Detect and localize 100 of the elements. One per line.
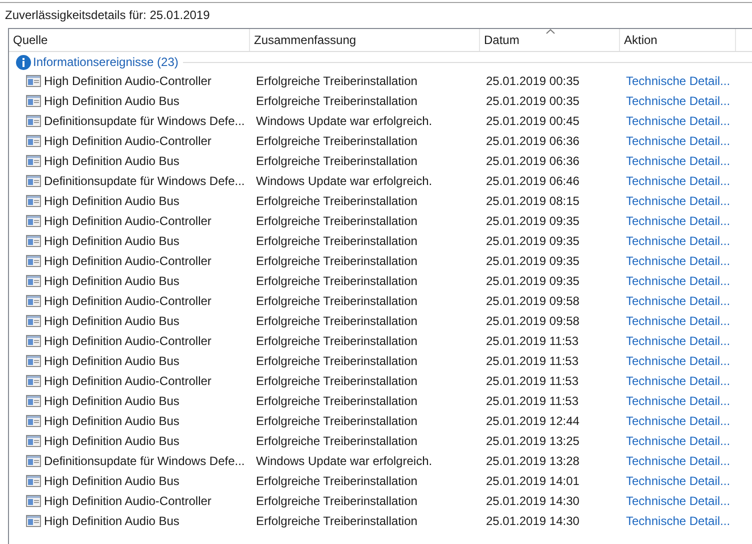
details-link[interactable]: Technische Detail... xyxy=(626,234,730,248)
info-icon xyxy=(16,54,31,70)
summary-cell: Erfolgreiche Treiberinstallation xyxy=(256,474,418,488)
summary-cell: Erfolgreiche Treiberinstallation xyxy=(256,354,418,368)
date-cell: 25.01.2019 14:30 xyxy=(486,494,580,508)
source-cell: High Definition Audio Bus xyxy=(44,94,180,108)
summary-cell: Erfolgreiche Treiberinstallation xyxy=(256,374,418,388)
window-icon xyxy=(26,135,41,147)
summary-cell: Erfolgreiche Treiberinstallation xyxy=(256,314,418,328)
details-link[interactable]: Technische Detail... xyxy=(626,494,730,508)
details-link[interactable]: Technische Detail... xyxy=(626,434,730,448)
details-link[interactable]: Technische Detail... xyxy=(626,454,730,468)
source-cell: High Definition Audio-Controller xyxy=(44,494,212,508)
details-link[interactable]: Technische Detail... xyxy=(626,414,730,428)
details-link[interactable]: Technische Detail... xyxy=(626,214,730,228)
date-cell: 25.01.2019 06:36 xyxy=(486,134,580,148)
column-header[interactable]: Quelle xyxy=(9,29,250,51)
source-cell: High Definition Audio-Controller xyxy=(44,254,212,268)
source-cell: Definitionsupdate für Windows Defe... xyxy=(44,114,245,128)
window-icon xyxy=(26,275,41,287)
details-link[interactable]: Technische Detail... xyxy=(626,274,730,288)
details-link[interactable]: Technische Detail... xyxy=(626,74,730,88)
summary-cell: Windows Update war erfolgreich. xyxy=(256,174,432,188)
window-icon xyxy=(26,475,41,487)
details-link[interactable]: Technische Detail... xyxy=(626,394,730,408)
column-header[interactable]: Aktion xyxy=(620,29,736,51)
summary-cell: Erfolgreiche Treiberinstallation xyxy=(256,214,418,228)
summary-cell: Erfolgreiche Treiberinstallation xyxy=(256,394,418,408)
window-icon xyxy=(26,75,41,87)
source-cell: High Definition Audio Bus xyxy=(44,434,180,448)
details-link[interactable]: Technische Detail... xyxy=(626,354,730,368)
summary-cell: Windows Update war erfolgreich. xyxy=(256,114,432,128)
details-link[interactable]: Technische Detail... xyxy=(626,134,730,148)
window-icon xyxy=(26,155,41,167)
summary-cell: Erfolgreiche Treiberinstallation xyxy=(256,134,418,148)
date-cell: 25.01.2019 09:35 xyxy=(486,234,580,248)
source-cell: High Definition Audio-Controller xyxy=(44,334,212,348)
source-cell: High Definition Audio Bus xyxy=(44,514,180,528)
date-cell: 25.01.2019 09:35 xyxy=(486,254,580,268)
details-link[interactable]: Technische Detail... xyxy=(626,294,730,308)
source-cell: High Definition Audio Bus xyxy=(44,194,180,208)
summary-cell: Erfolgreiche Treiberinstallation xyxy=(256,514,418,528)
details-link[interactable]: Technische Detail... xyxy=(626,374,730,388)
window-icon xyxy=(26,175,41,187)
date-cell: 25.01.2019 13:25 xyxy=(486,434,580,448)
date-cell: 25.01.2019 00:35 xyxy=(486,94,580,108)
window-icon xyxy=(26,215,41,227)
date-cell: 25.01.2019 14:01 xyxy=(486,474,580,488)
details-link[interactable]: Technische Detail... xyxy=(626,194,730,208)
source-cell: High Definition Audio Bus xyxy=(44,474,180,488)
window-icon xyxy=(26,255,41,267)
details-link[interactable]: Technische Detail... xyxy=(626,154,730,168)
date-cell: 25.01.2019 11:53 xyxy=(486,354,579,368)
date-cell: 25.01.2019 13:28 xyxy=(486,454,580,468)
window-icon xyxy=(26,355,41,367)
source-cell: High Definition Audio-Controller xyxy=(44,294,212,308)
window-icon xyxy=(26,515,41,527)
window-icon xyxy=(26,295,41,307)
details-link[interactable]: Technische Detail... xyxy=(626,314,730,328)
summary-cell: Erfolgreiche Treiberinstallation xyxy=(256,294,418,308)
details-link[interactable]: Technische Detail... xyxy=(626,174,730,188)
date-cell: 25.01.2019 11:53 xyxy=(486,334,579,348)
details-link[interactable]: Technische Detail... xyxy=(626,474,730,488)
summary-cell: Erfolgreiche Treiberinstallation xyxy=(256,154,418,168)
summary-cell: Erfolgreiche Treiberinstallation xyxy=(256,94,418,108)
summary-cell: Erfolgreiche Treiberinstallation xyxy=(256,74,418,88)
window-icon xyxy=(26,415,41,427)
window-icon xyxy=(26,435,41,447)
details-link[interactable]: Technische Detail... xyxy=(626,334,730,348)
date-cell: 25.01.2019 14:30 xyxy=(486,514,580,528)
window-icon xyxy=(26,395,41,407)
summary-cell: Erfolgreiche Treiberinstallation xyxy=(256,234,418,248)
window-icon xyxy=(26,455,41,467)
source-cell: High Definition Audio Bus xyxy=(44,414,180,428)
date-cell: 25.01.2019 12:44 xyxy=(486,414,580,428)
date-cell: 25.01.2019 09:35 xyxy=(486,214,580,228)
source-cell: High Definition Audio Bus xyxy=(44,154,180,168)
details-link[interactable]: Technische Detail... xyxy=(626,254,730,268)
window-title: Zuverlässigkeitsdetails für: 25.01.2019 xyxy=(4,7,211,24)
source-cell: High Definition Audio-Controller xyxy=(44,214,212,228)
details-link[interactable]: Technische Detail... xyxy=(626,514,730,528)
date-cell: 25.01.2019 09:35 xyxy=(486,274,580,288)
source-cell: High Definition Audio Bus xyxy=(44,354,180,368)
group-header[interactable]: Informationsereignisse (23) xyxy=(33,55,178,69)
window-icon xyxy=(26,495,41,507)
window-icon xyxy=(26,375,41,387)
source-cell: High Definition Audio-Controller xyxy=(44,374,212,388)
source-cell: Definitionsupdate für Windows Defe... xyxy=(44,454,245,468)
column-header[interactable]: Zusammenfassung xyxy=(250,29,480,51)
summary-cell: Windows Update war erfolgreich. xyxy=(256,454,432,468)
source-cell: High Definition Audio Bus xyxy=(44,274,180,288)
source-cell: High Definition Audio Bus xyxy=(44,314,180,328)
date-cell: 25.01.2019 06:46 xyxy=(486,174,580,188)
date-cell: 25.01.2019 00:45 xyxy=(486,114,580,128)
details-link[interactable]: Technische Detail... xyxy=(626,94,730,108)
details-link[interactable]: Technische Detail... xyxy=(626,114,730,128)
date-cell: 25.01.2019 06:36 xyxy=(486,154,580,168)
summary-cell: Erfolgreiche Treiberinstallation xyxy=(256,494,418,508)
source-cell: High Definition Audio-Controller xyxy=(44,74,212,88)
column-header[interactable]: Datum xyxy=(480,29,620,51)
